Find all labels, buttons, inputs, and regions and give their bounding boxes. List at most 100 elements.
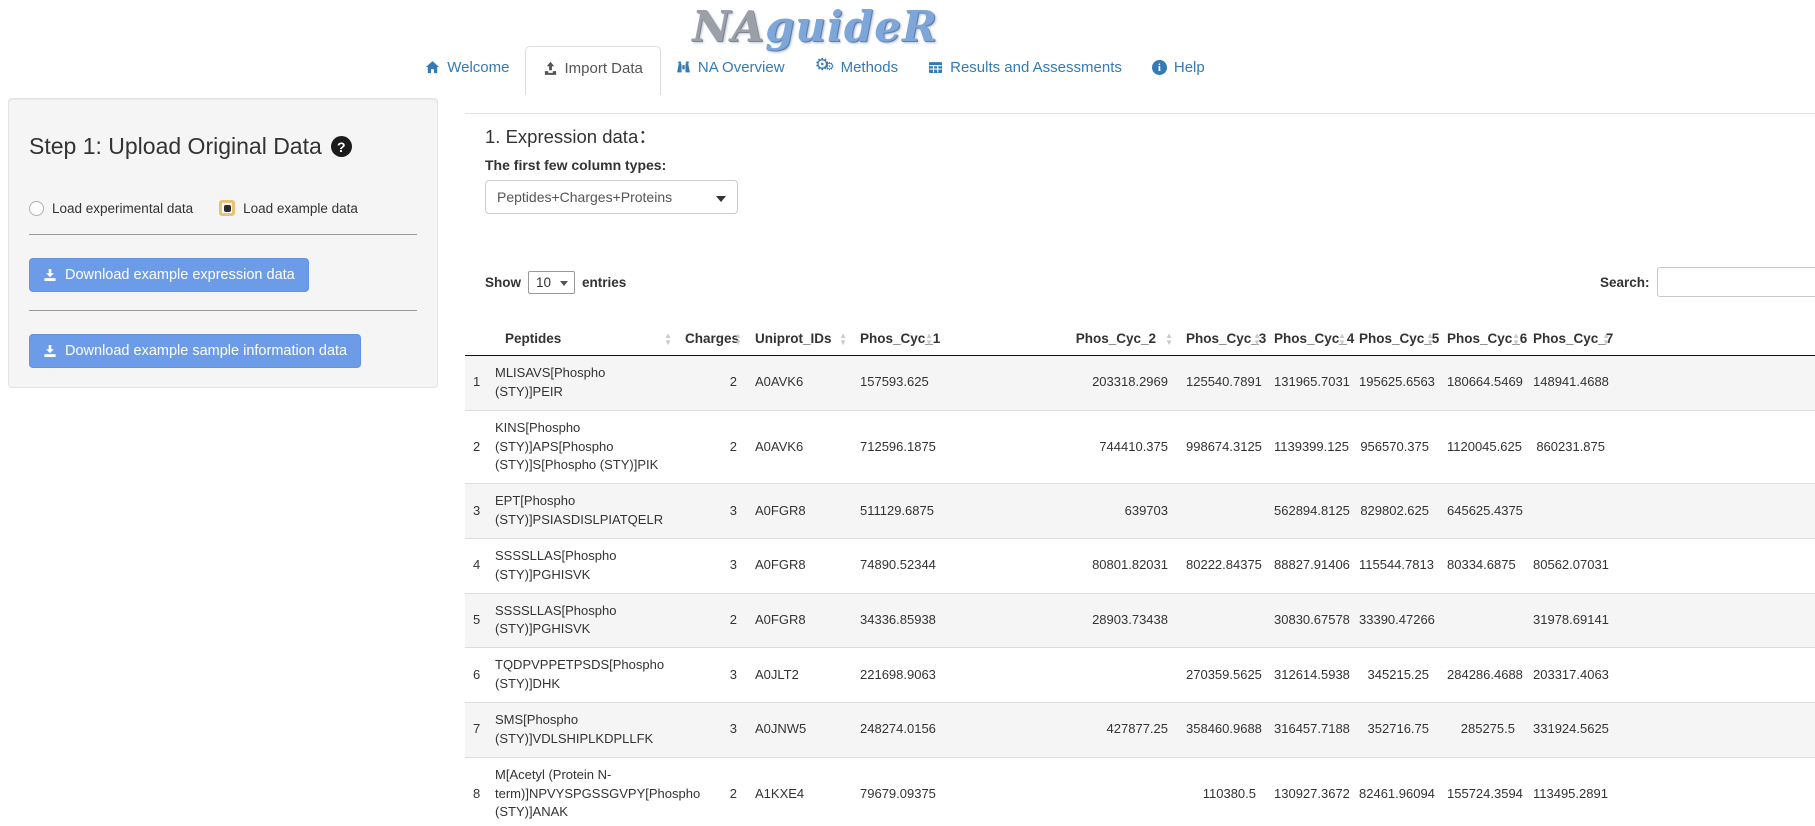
- cell-uniprot_ids: A0JNW5: [747, 702, 852, 757]
- cell-phos_cyc_3: [1178, 484, 1266, 539]
- tab-import-data[interactable]: Import Data: [525, 46, 661, 95]
- filler-cell: [1615, 757, 1815, 826]
- cell-peptides: EPT[Phospho (STY)]PSIASDISLPIATQELR: [487, 484, 677, 539]
- cell-charges: 3: [677, 702, 747, 757]
- radio-unchecked-icon: [29, 201, 44, 216]
- gears-icon: ⚙⚙: [815, 60, 834, 76]
- search-input[interactable]: [1657, 267, 1815, 297]
- table-row[interactable]: 6TQDPVPPETPSDS[Phospho (STY)]DHK3A0JLT22…: [465, 648, 1815, 703]
- col-header-phos_cyc_6[interactable]: Phos_Cyc_6▲▼: [1439, 322, 1525, 356]
- filler-cell: [1615, 484, 1815, 539]
- tab-na-overview[interactable]: NA Overview: [661, 46, 800, 89]
- sort-icon: ▲▼: [734, 332, 742, 346]
- table-row[interactable]: 5SSSSLLAS[Phospho (STY)]PGHISVK2A0FGR834…: [465, 593, 1815, 648]
- tab-methods[interactable]: ⚙⚙ Methods: [800, 46, 914, 89]
- cell-charges: 2: [677, 356, 747, 411]
- main-nav: Welcome Import Data NA Overview ⚙⚙ Metho…: [0, 46, 1630, 95]
- cell-phos_cyc_4: 131965.7031: [1266, 356, 1351, 411]
- table-row[interactable]: 3EPT[Phospho (STY)]PSIASDISLPIATQELR3A0F…: [465, 484, 1815, 539]
- radio-load-example-data[interactable]: Load example data: [219, 200, 358, 216]
- cell-phos_cyc_4: 562894.8125: [1266, 484, 1351, 539]
- cell-uniprot_ids: A0JLT2: [747, 648, 852, 703]
- col-header-phos_cyc_7[interactable]: Phos_Cyc_7▲▼: [1525, 322, 1615, 356]
- col-header-phos_cyc_1[interactable]: Phos_Cyc_1▲▼: [852, 322, 938, 356]
- cell-phos_cyc_1: 221698.9063: [852, 648, 938, 703]
- cell-phos_cyc_2: 28903.73438: [938, 593, 1178, 648]
- cell-phos_cyc_2: 80801.82031: [938, 538, 1178, 593]
- cell-phos_cyc_3: 998674.3125: [1178, 410, 1266, 484]
- tab-help[interactable]: i Help: [1137, 46, 1220, 89]
- row-number: 3: [465, 484, 487, 539]
- page-length-select[interactable]: 10: [528, 271, 575, 294]
- cell-phos_cyc_7: 113495.2891: [1525, 757, 1615, 826]
- cell-phos_cyc_4: 130927.3672: [1266, 757, 1351, 826]
- cell-phos_cyc_7: 331924.5625: [1525, 702, 1615, 757]
- cell-phos_cyc_4: 30830.67578: [1266, 593, 1351, 648]
- cell-peptides: KINS[Phospho (STY)]APS[Phospho (STY)]S[P…: [487, 410, 677, 484]
- cell-phos_cyc_1: 79679.09375: [852, 757, 938, 826]
- sort-icon: ▲▼: [1338, 332, 1346, 346]
- info-circle-icon: i: [1152, 60, 1167, 75]
- cell-phos_cyc_3: 358460.9688: [1178, 702, 1266, 757]
- download-example-sample-information-data-button[interactable]: Download example sample information data: [29, 334, 361, 368]
- filler-cell: [1615, 410, 1815, 484]
- cell-phos_cyc_6: 80334.6875: [1439, 538, 1525, 593]
- cell-phos_cyc_7: [1525, 484, 1615, 539]
- cell-phos_cyc_5: 33390.47266: [1351, 593, 1439, 648]
- filler-cell: [1615, 593, 1815, 648]
- cell-peptides: MLISAVS[Phospho (STY)]PEIR: [487, 356, 677, 411]
- cell-phos_cyc_4: 1139399.125: [1266, 410, 1351, 484]
- col-header-phos_cyc_3[interactable]: Phos_Cyc_3▲▼: [1178, 322, 1266, 356]
- cell-phos_cyc_6: 1120045.625: [1439, 410, 1525, 484]
- cell-uniprot_ids: A0AVK6: [747, 410, 852, 484]
- radio-checked-icon: [219, 200, 235, 216]
- cell-phos_cyc_7: 203317.4063: [1525, 648, 1615, 703]
- panel-title: Step 1: Upload Original Data ?: [29, 133, 417, 160]
- sort-icon: ▲▼: [925, 332, 933, 346]
- cell-charges: 3: [677, 538, 747, 593]
- row-number: 6: [465, 648, 487, 703]
- cell-phos_cyc_6: 284286.4688: [1439, 648, 1525, 703]
- col-header-uniprot_ids[interactable]: Uniprot_IDs▲▼: [747, 322, 852, 356]
- table-row[interactable]: 2KINS[Phospho (STY)]APS[Phospho (STY)]S[…: [465, 410, 1815, 484]
- col-header-phos_cyc_4[interactable]: Phos_Cyc_4▲▼: [1266, 322, 1351, 356]
- question-circle-icon[interactable]: ?: [331, 136, 352, 157]
- col-header-phos_cyc_5[interactable]: Phos_Cyc_5▲▼: [1351, 322, 1439, 356]
- filler-cell: [1615, 702, 1815, 757]
- sort-icon: ▲▼: [1165, 332, 1173, 346]
- cell-charges: 2: [677, 410, 747, 484]
- col-header-charges[interactable]: Charges▲▼: [677, 322, 747, 356]
- search-control: Search:: [1600, 267, 1815, 297]
- cell-phos_cyc_2: 639703: [938, 484, 1178, 539]
- col-header-phos_cyc_2[interactable]: Phos_Cyc_2▲▼: [938, 322, 1178, 356]
- sort-icon: ▲▼: [839, 332, 847, 346]
- table-row[interactable]: 4SSSSLLAS[Phospho (STY)]PGHISVK3A0FGR874…: [465, 538, 1815, 593]
- table-row[interactable]: 1MLISAVS[Phospho (STY)]PEIR2A0AVK6157593…: [465, 356, 1815, 411]
- cell-phos_cyc_7: 860231.875: [1525, 410, 1615, 484]
- column-types-select[interactable]: Peptides+Charges+Proteins: [485, 180, 738, 214]
- cell-phos_cyc_1: 157593.625: [852, 356, 938, 411]
- cell-phos_cyc_5: 115544.7813: [1351, 538, 1439, 593]
- cell-phos_cyc_1: 248274.0156: [852, 702, 938, 757]
- download-icon: [43, 268, 57, 282]
- sort-icon: ▲▼: [1426, 332, 1434, 346]
- cell-uniprot_ids: A0FGR8: [747, 538, 852, 593]
- col-header-peptides[interactable]: Peptides▲▼: [487, 322, 677, 356]
- cell-phos_cyc_1: 712596.1875: [852, 410, 938, 484]
- cell-phos_cyc_2: 203318.2969: [938, 356, 1178, 411]
- tab-welcome[interactable]: Welcome: [410, 46, 524, 89]
- cell-uniprot_ids: A0FGR8: [747, 484, 852, 539]
- cell-phos_cyc_2: [938, 648, 1178, 703]
- binoculars-icon: [676, 60, 691, 75]
- row-number: 5: [465, 593, 487, 648]
- naguider-page: NAguideR Welcome Import Data NA Overview…: [0, 0, 1815, 826]
- cell-phos_cyc_1: 34336.85938: [852, 593, 938, 648]
- tab-results-and-assessments[interactable]: Results and Assessments: [913, 46, 1137, 89]
- table-row[interactable]: 8M[Acetyl (Protein N-term)]NPVYSPGSSGVPY…: [465, 757, 1815, 826]
- radio-load-experimental-data[interactable]: Load experimental data: [29, 201, 193, 216]
- download-example-expression-data-button[interactable]: Download example expression data: [29, 258, 309, 292]
- download-icon: [43, 344, 57, 358]
- cell-phos_cyc_5: 82461.96094: [1351, 757, 1439, 826]
- table-row[interactable]: 7SMS[Phospho (STY)]VDLSHIPLKDPLLFK3A0JNW…: [465, 702, 1815, 757]
- cell-uniprot_ids: A0AVK6: [747, 356, 852, 411]
